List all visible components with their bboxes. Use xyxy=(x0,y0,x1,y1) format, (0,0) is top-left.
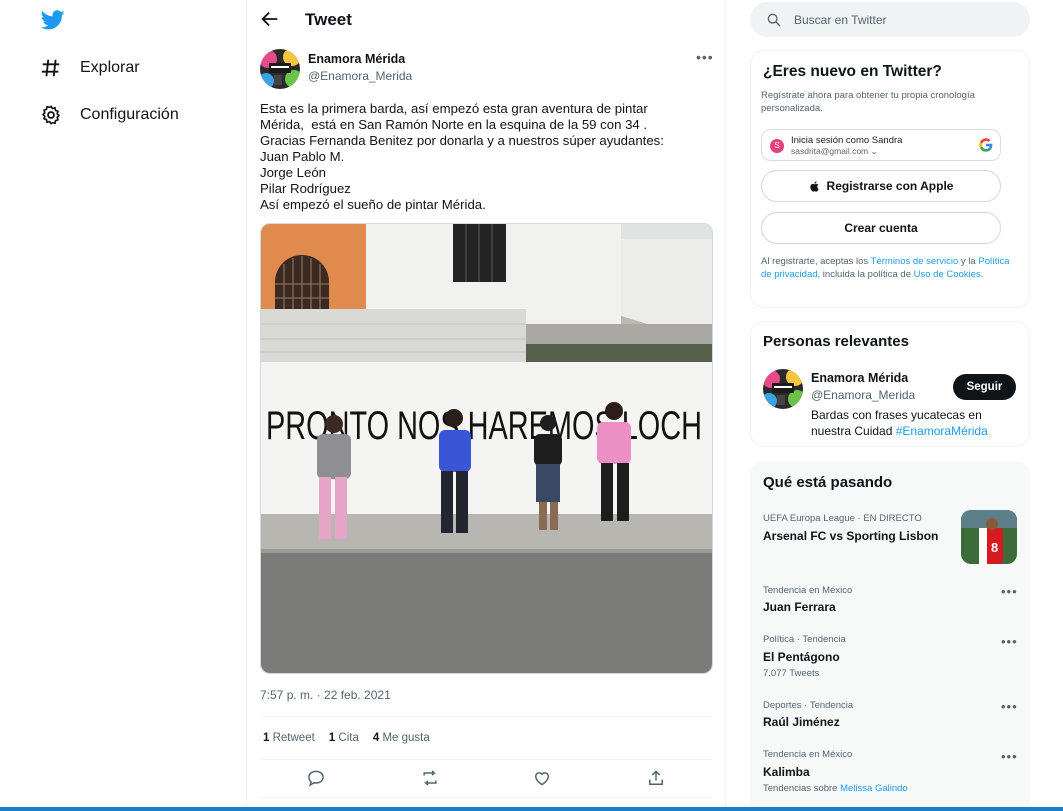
author-avatar[interactable] xyxy=(260,49,300,89)
tweet-actions xyxy=(260,768,712,790)
terms-text: , incluida la política de xyxy=(817,268,914,280)
google-signin-button[interactable]: S Inicia sesión como Sandra sasdrita@gma… xyxy=(761,129,1001,161)
retweet-icon[interactable] xyxy=(420,768,440,788)
quotes-stat[interactable]: 1 Cita xyxy=(329,732,359,744)
tweet-header: Tweet xyxy=(247,0,725,40)
search-bar[interactable] xyxy=(750,2,1030,37)
tweet-photo[interactable]: PRONTO NOS HAREMOS LOCH xyxy=(260,223,713,674)
trend-more-icon[interactable]: ••• xyxy=(1001,700,1018,713)
bio-hashtag-link[interactable]: #EnamoraMérida xyxy=(896,424,988,438)
share-icon[interactable] xyxy=(646,768,666,788)
left-nav: Explorar Configuración xyxy=(0,0,246,811)
jersey-number: 8 xyxy=(991,540,998,555)
back-arrow-icon[interactable] xyxy=(259,8,281,30)
google-email: sasdrita@gmail.com xyxy=(791,146,869,156)
apple-icon xyxy=(809,180,819,192)
tweet-line: Pilar Rodríguez xyxy=(260,181,351,196)
tweet-line: Jorge León xyxy=(260,165,326,180)
create-account-button[interactable]: Crear cuenta xyxy=(761,212,1001,244)
trends-title: Qué está pasando xyxy=(763,474,893,491)
divider xyxy=(260,797,712,798)
signup-subtitle: Regístrate ahora para obtener tu propia … xyxy=(761,90,975,114)
trend-related: Tendencias sobre Melissa Galindo xyxy=(763,783,908,794)
terms-text: . xyxy=(980,268,984,280)
tweet-line: Gracias Fernanda Benitez por donarla y a… xyxy=(260,133,664,148)
chevron-down-icon: ⌄ xyxy=(870,146,878,156)
search-icon xyxy=(767,13,781,27)
twitter-logo-icon[interactable] xyxy=(40,8,66,32)
trend-thumbnail[interactable]: 8 xyxy=(961,510,1017,564)
divider xyxy=(260,759,712,760)
apple-signup-label: Registrarse con Apple xyxy=(826,179,954,193)
trend-meta: Tendencia en México xyxy=(763,585,853,596)
page-title: Tweet xyxy=(305,10,352,29)
trend-name: Juan Ferrara xyxy=(763,600,836,614)
signup-terms: Al registrarte, aceptas los Términos de … xyxy=(761,256,1017,282)
trends-panel: Qué está pasando UEFA Europa League · EN… xyxy=(750,461,1030,811)
quotes-label: Cita xyxy=(338,732,359,744)
trend-meta: Deportes · Tendencia xyxy=(763,700,854,711)
tweet-line: Esta es la primera barda, así empezó est… xyxy=(260,101,648,116)
trend-more-icon[interactable]: ••• xyxy=(1001,635,1018,648)
retweets-stat[interactable]: 1 Retweet xyxy=(263,732,315,744)
likes-count: 4 xyxy=(372,732,380,744)
reply-icon[interactable] xyxy=(306,768,326,788)
terms-text: Al registrarte, aceptas los xyxy=(761,256,871,267)
tweet-stats: 1 Retweet 1 Cita 4 Me gusta xyxy=(263,732,430,744)
bottom-accent-bar xyxy=(0,807,1063,811)
terms-of-service-link[interactable]: Términos de servicio xyxy=(871,256,959,267)
tweet-line: Así empezó el sueño de pintar Mérida. xyxy=(260,197,486,212)
trend-name: Kalimba xyxy=(763,765,810,779)
tweet-column: Tweet Enamora Mérida @Enamora_Merida •••… xyxy=(246,0,726,811)
tweet-timestamp[interactable]: 7:57 p. m. · 22 feb. 2021 xyxy=(260,688,391,702)
google-account-email: sasdrita@gmail.com ⌄ xyxy=(791,146,878,157)
terms-text: y la xyxy=(958,256,979,267)
nav-explore[interactable]: Explorar xyxy=(40,57,140,79)
person-avatar[interactable] xyxy=(763,369,803,409)
follow-button[interactable]: Seguir xyxy=(953,374,1016,400)
google-account-avatar: S xyxy=(770,139,784,153)
person-bio: Bardas con frases yucatecas en nuestra C… xyxy=(811,407,1011,439)
search-input[interactable] xyxy=(794,10,1014,30)
tweet-text: Esta es la primera barda, así empezó est… xyxy=(260,101,715,213)
gear-icon xyxy=(42,105,60,125)
trend-related-link[interactable]: Melissa Galindo xyxy=(840,783,908,794)
signup-panel: ¿Eres nuevo en Twitter? Regístrate ahora… xyxy=(750,50,1030,308)
quotes-count: 1 xyxy=(328,732,336,744)
relevant-people-title: Personas relevantes xyxy=(763,333,909,350)
trend-name: Raúl Jiménez xyxy=(763,715,840,729)
relevant-people-panel: Personas relevantes Enamora Mérida @Enam… xyxy=(750,321,1030,447)
trend-related-text: Tendencias sobre xyxy=(763,783,841,794)
retweets-count: 1 xyxy=(263,732,270,744)
trend-meta: Tendencia en México xyxy=(763,749,853,760)
google-signin-label: Inicia sesión como Sandra xyxy=(791,135,903,146)
apple-signup-button[interactable]: Registrarse con Apple xyxy=(761,170,1001,202)
tweet-line: Juan Pablo M. xyxy=(260,149,345,164)
person-handle[interactable]: @Enamora_Merida xyxy=(811,388,915,402)
nav-explore-label: Explorar xyxy=(80,59,140,76)
more-options-icon[interactable]: ••• xyxy=(696,50,714,66)
author-handle[interactable]: @Enamora_Merida xyxy=(308,69,412,83)
cookies-link[interactable]: Uso de Cookies xyxy=(914,269,981,280)
likes-label: Me gusta xyxy=(382,732,430,744)
trend-tweet-count: 7.077 Tweets xyxy=(763,668,820,679)
retweets-label: Retweet xyxy=(272,732,315,744)
trend-more-icon[interactable]: ••• xyxy=(1001,585,1018,598)
trend-meta: UEFA Europa League · EN DIRECTO xyxy=(763,513,922,524)
trend-meta: Política · Tendencia xyxy=(763,634,846,645)
nav-settings-label: Configuración xyxy=(80,106,179,123)
like-icon[interactable] xyxy=(532,768,552,788)
hashtag-icon xyxy=(41,59,60,77)
google-logo-icon xyxy=(979,138,993,152)
nav-settings[interactable]: Configuración xyxy=(40,104,179,126)
divider xyxy=(260,716,712,717)
author-name[interactable]: Enamora Mérida xyxy=(308,52,405,66)
trend-name: El Pentágono xyxy=(763,650,840,664)
trend-more-icon[interactable]: ••• xyxy=(1001,750,1018,763)
trend-name: Arsenal FC vs Sporting Lisbon xyxy=(763,529,939,543)
likes-stat[interactable]: 4 Me gusta xyxy=(373,732,430,744)
signup-title: ¿Eres nuevo en Twitter? xyxy=(763,63,942,80)
person-name[interactable]: Enamora Mérida xyxy=(811,371,908,385)
tweet-line: Mérida, está en San Ramón Norte en la es… xyxy=(260,117,648,132)
